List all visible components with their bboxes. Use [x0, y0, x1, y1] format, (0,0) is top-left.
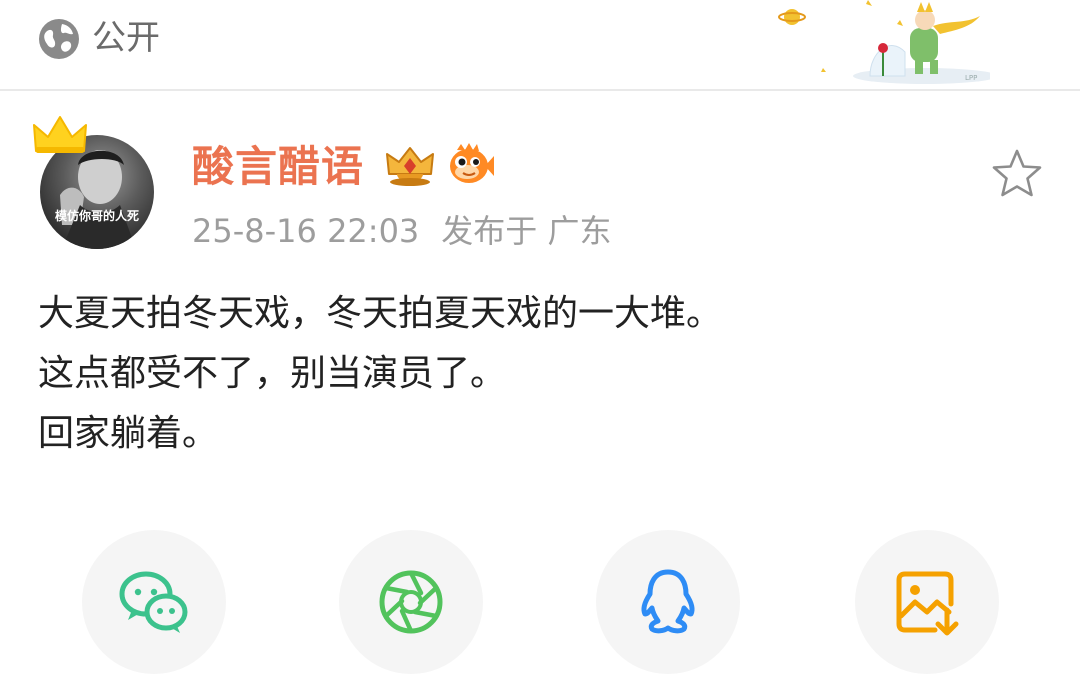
post-meta: 25-8-16 22:03 发布于 广东 [192, 210, 611, 252]
favorite-star-icon[interactable] [991, 148, 1043, 200]
post-location: 发布于 广东 [441, 212, 612, 250]
globe-icon [39, 19, 79, 59]
qq-icon [641, 569, 695, 634]
top-bar: 公开 LPP [0, 0, 1080, 88]
wechat-icon [119, 571, 188, 633]
fish-badge-icon[interactable] [447, 142, 495, 188]
vip-badge-icon[interactable] [383, 144, 437, 188]
share-qq-button[interactable] [596, 530, 740, 674]
user-name[interactable]: 酸言醋语 [192, 140, 364, 194]
decoration-text: LPP [965, 74, 977, 82]
save-image-button[interactable] [855, 530, 999, 674]
moments-icon [379, 570, 443, 634]
little-prince-illustration: LPP [778, 0, 990, 84]
share-moments-button[interactable] [339, 530, 483, 674]
divider [0, 89, 1080, 91]
avatar[interactable]: 模仿你哥的人死 [33, 116, 154, 249]
post-line: 这点都受不了，别当演员了。 [38, 353, 507, 394]
avatar-caption: 模仿你哥的人死 [54, 209, 139, 223]
post-line: 回家躺着。 [38, 413, 219, 454]
visibility-label[interactable]: 公开 [92, 16, 160, 60]
save-image-icon [896, 571, 959, 636]
crown-icon [33, 116, 87, 153]
share-wechat-button[interactable] [82, 530, 226, 674]
post-timestamp: 25-8-16 22:03 [192, 212, 420, 250]
post-body: 大夏天拍冬天戏，冬天拍夏天戏的一大堆。 这点都受不了，别当演员了。 回家躺着。 [38, 284, 1048, 464]
post-line: 大夏天拍冬天戏，冬天拍夏天戏的一大堆。 [38, 293, 723, 334]
